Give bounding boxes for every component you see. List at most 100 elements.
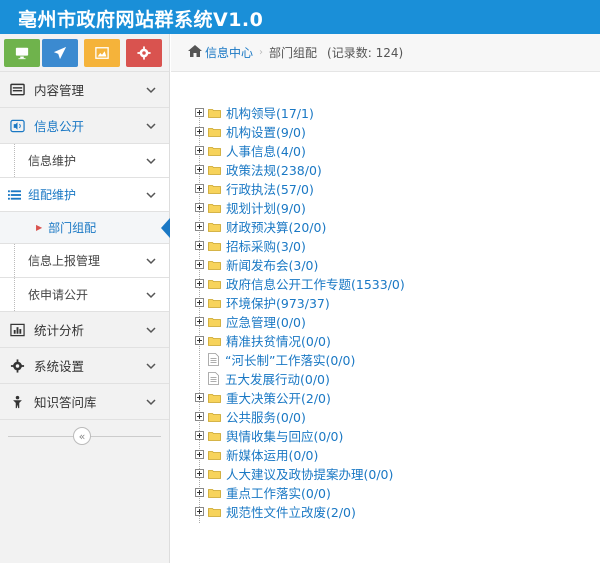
nav-config-maintain[interactable]: 组配维护 <box>0 178 169 212</box>
tree-node[interactable]: 行政执法(57/0) <box>195 179 405 198</box>
folder-icon <box>208 336 221 346</box>
folder-icon <box>208 165 221 175</box>
collapse-sidebar-button[interactable]: « <box>73 427 91 445</box>
tree-node[interactable]: 规划计划(9/0) <box>195 198 405 217</box>
chevron-down-icon <box>146 87 156 94</box>
tree-node[interactable]: 机构领导(17/1) <box>195 103 405 122</box>
nav-apply-public[interactable]: 依申请公开 <box>0 278 169 312</box>
nav-info-maintain[interactable]: 信息维护 <box>0 144 169 178</box>
tree-node-label[interactable]: “河长制”工作落实(0/0) <box>225 350 355 369</box>
nav-label: 信息上报管理 <box>28 254 101 268</box>
bar-chart-icon <box>8 323 26 337</box>
expand-plus-icon[interactable] <box>195 203 204 212</box>
nav-system-settings[interactable]: 系统设置 <box>0 348 169 384</box>
nav-dept-config[interactable]: ▶ 部门组配 <box>0 212 170 244</box>
tree-node-label[interactable]: 招标采购(3/0) <box>226 236 306 255</box>
breadcrumb-home-link[interactable]: 信息中心 <box>205 44 253 61</box>
expand-plus-icon[interactable] <box>195 298 204 307</box>
tree-node[interactable]: 重大决策公开(2/0) <box>195 388 405 407</box>
tree-node[interactable]: 人大建议及政协提案办理(0/0) <box>195 464 405 483</box>
tree-node[interactable]: 精准扶贫情况(0/0) <box>195 331 405 350</box>
volume-icon <box>8 119 26 133</box>
tree-node-label[interactable]: 重大决策公开(2/0) <box>226 388 331 407</box>
expand-plus-icon[interactable] <box>195 317 204 326</box>
nav-knowledge[interactable]: 知识答问库 <box>0 384 169 420</box>
chevron-down-icon <box>146 258 156 265</box>
tree-node[interactable]: 公共服务(0/0) <box>195 407 405 426</box>
tree-node-label[interactable]: 环境保护(973/37) <box>226 293 330 312</box>
tree-node[interactable]: 规范性文件立改废(2/0) <box>195 502 405 521</box>
home-icon <box>187 44 205 61</box>
expand-plus-icon[interactable] <box>195 279 204 288</box>
expand-plus-icon[interactable] <box>195 241 204 250</box>
picture-shortcut-button[interactable] <box>84 39 120 67</box>
breadcrumb: 信息中心 › 部门组配 (记录数: 124) <box>171 34 600 72</box>
tree-node-label[interactable]: 政府信息公开工作专题(1533/0) <box>226 274 405 293</box>
tree-node-label[interactable]: 机构设置(9/0) <box>226 122 306 141</box>
tree-node[interactable]: 环境保护(973/37) <box>195 293 405 312</box>
settings-shortcut-button[interactable] <box>126 39 162 67</box>
tree-node-label[interactable]: 规划计划(9/0) <box>226 198 306 217</box>
expand-plus-icon[interactable] <box>195 393 204 402</box>
expand-plus-icon[interactable] <box>195 222 204 231</box>
tree-node-label[interactable]: 财政预决算(20/0) <box>226 217 326 236</box>
tree-node-label[interactable]: 机构领导(17/1) <box>226 103 314 122</box>
nav-content-management[interactable]: 内容管理 <box>0 72 169 108</box>
folder-icon <box>208 108 221 118</box>
tree-node-label[interactable]: 新媒体运用(0/0) <box>226 445 318 464</box>
nav-label: 内容管理 <box>34 83 85 98</box>
expand-plus-icon[interactable] <box>195 108 204 117</box>
document-icon <box>208 372 219 385</box>
monitor-icon <box>15 47 29 60</box>
expand-plus-icon[interactable] <box>195 431 204 440</box>
tree-node-label[interactable]: 公共服务(0/0) <box>226 407 306 426</box>
expand-plus-icon[interactable] <box>195 412 204 421</box>
expand-plus-icon[interactable] <box>195 336 204 345</box>
tree-node[interactable]: 机构设置(9/0) <box>195 122 405 141</box>
chevron-down-icon <box>146 292 156 299</box>
tree-node-label[interactable]: 精准扶贫情况(0/0) <box>226 331 331 350</box>
expand-plus-icon[interactable] <box>195 260 204 269</box>
tree-node-label[interactable]: 五大发展行动(0/0) <box>225 369 330 388</box>
expand-plus-icon[interactable] <box>195 165 204 174</box>
tree-node[interactable]: 招标采购(3/0) <box>195 236 405 255</box>
expand-plus-icon[interactable] <box>195 507 204 516</box>
tree-node-label[interactable]: 规范性文件立改废(2/0) <box>226 502 356 521</box>
tree-node-label[interactable]: 政策法规(238/0) <box>226 160 322 179</box>
document-icon <box>208 353 219 366</box>
expand-plus-icon[interactable] <box>195 469 204 478</box>
tree-node[interactable]: 人事信息(4/0) <box>195 141 405 160</box>
tree-node[interactable]: 应急管理(0/0) <box>195 312 405 331</box>
main-content: 信息中心 › 部门组配 (记录数: 124) 机构领导(17/1) 机构设置(9/… <box>171 34 600 563</box>
tree-node-label[interactable]: 人事信息(4/0) <box>226 141 306 160</box>
tree-node-label[interactable]: 行政执法(57/0) <box>226 179 314 198</box>
nav-stats[interactable]: 统计分析 <box>0 312 169 348</box>
expand-plus-icon[interactable] <box>195 127 204 136</box>
send-shortcut-button[interactable] <box>42 39 78 67</box>
tree-node-label[interactable]: 新闻发布会(3/0) <box>226 255 318 274</box>
folder-icon <box>208 450 221 460</box>
folder-icon <box>208 222 221 232</box>
nav-label: 信息公开 <box>34 119 85 134</box>
nav-info-report[interactable]: 信息上报管理 <box>0 244 169 278</box>
tree-node[interactable]: 新闻发布会(3/0) <box>195 255 405 274</box>
monitor-shortcut-button[interactable] <box>4 39 40 67</box>
tree-node[interactable]: 重点工作落实(0/0) <box>195 483 405 502</box>
tree-node-label[interactable]: 应急管理(0/0) <box>226 312 306 331</box>
tree-node[interactable]: 财政预决算(20/0) <box>195 217 405 236</box>
expand-plus-icon[interactable] <box>195 450 204 459</box>
tree-node-label[interactable]: 人大建议及政协提案办理(0/0) <box>226 464 393 483</box>
tree-node[interactable]: 政府信息公开工作专题(1533/0) <box>195 274 405 293</box>
expand-plus-icon[interactable] <box>195 488 204 497</box>
nav-info-public[interactable]: 信息公开 <box>0 108 169 144</box>
tree-node[interactable]: 政策法规(238/0) <box>195 160 405 179</box>
tree-node[interactable]: 新媒体运用(0/0) <box>195 445 405 464</box>
tree-node[interactable]: 五大发展行动(0/0) <box>195 369 405 388</box>
tree-node[interactable]: “河长制”工作落实(0/0) <box>195 350 405 369</box>
tree-node-label[interactable]: 重点工作落实(0/0) <box>226 483 331 502</box>
tree-node-label[interactable]: 舆情收集与回应(0/0) <box>226 426 343 445</box>
expand-plus-icon[interactable] <box>195 146 204 155</box>
person-icon <box>8 395 26 409</box>
expand-plus-icon[interactable] <box>195 184 204 193</box>
tree-node[interactable]: 舆情收集与回应(0/0) <box>195 426 405 445</box>
